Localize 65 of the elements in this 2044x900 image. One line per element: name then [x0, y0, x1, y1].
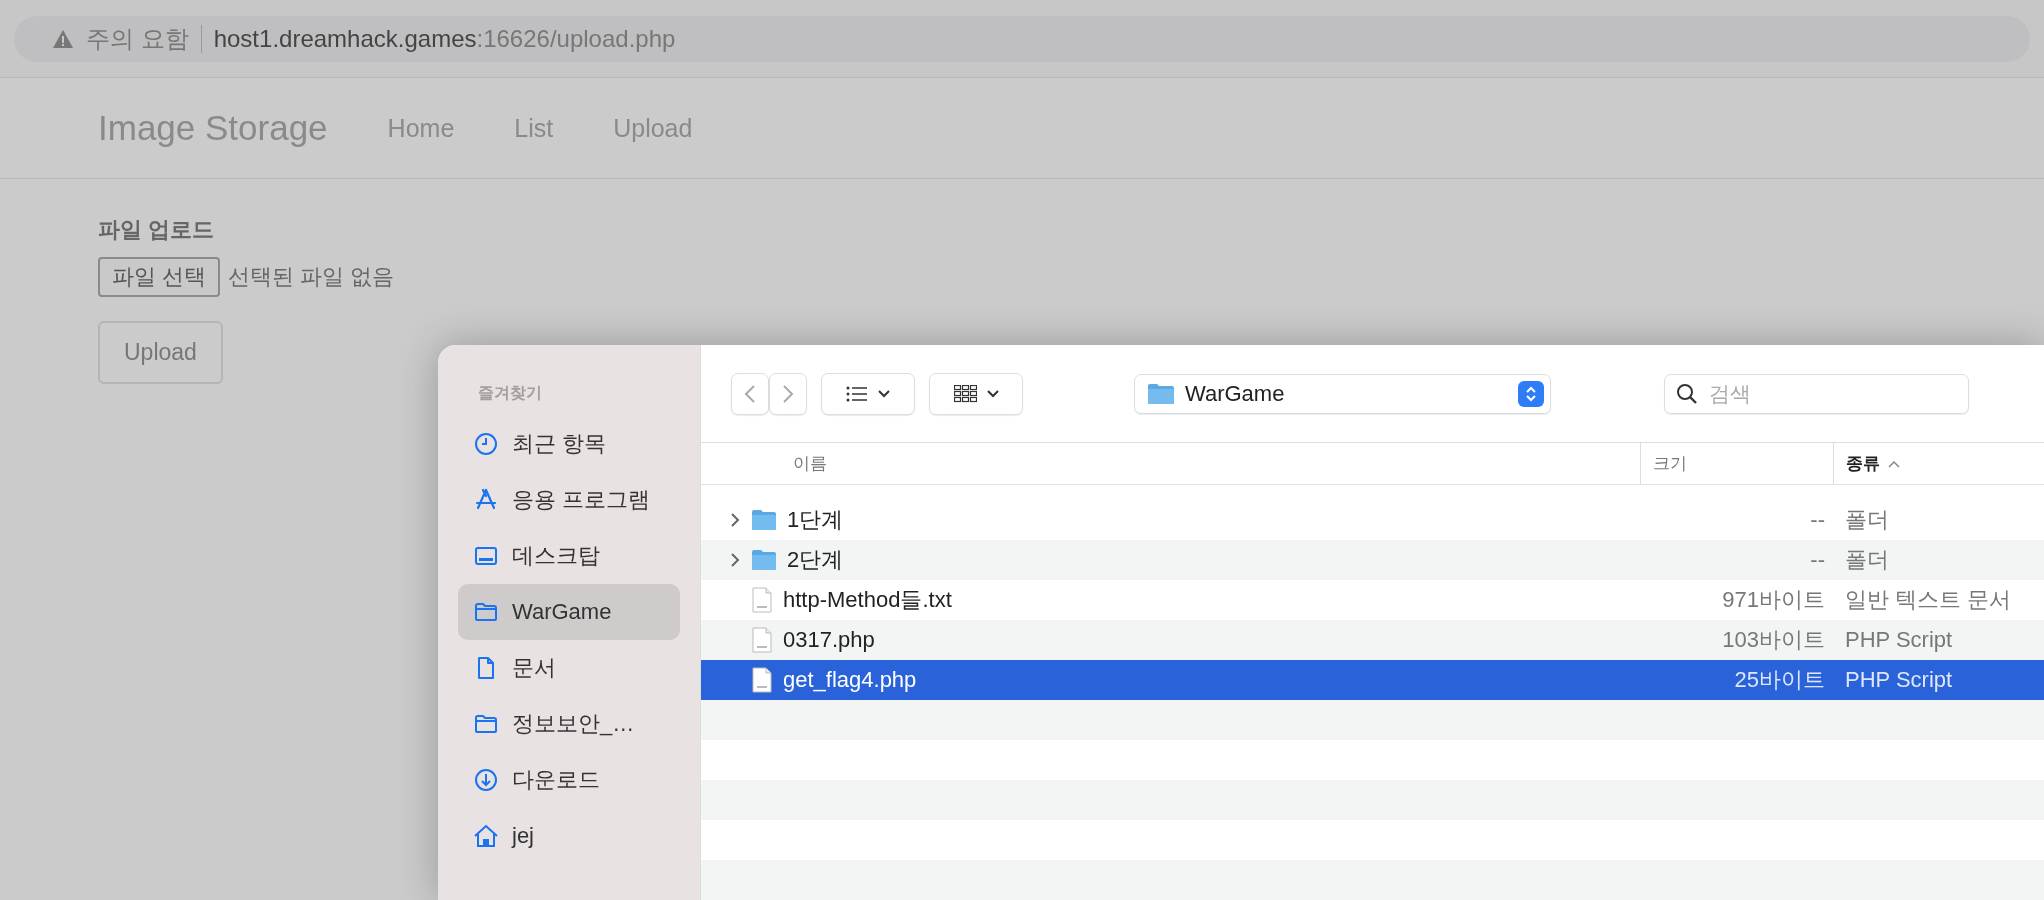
- file-row[interactable]: 2단계 -- 폴더: [701, 540, 2044, 580]
- caret-icon: [878, 389, 890, 398]
- chevron-right-icon: [782, 383, 794, 404]
- grid-view-button[interactable]: [929, 372, 1023, 415]
- home-icon: [474, 824, 498, 848]
- url-text: host1.dreamhack.games:16626/upload.php: [213, 24, 676, 53]
- file-size: --: [1809, 547, 1826, 573]
- location-dropdown[interactable]: WarGame: [1134, 373, 1551, 414]
- column-header[interactable]: 종류: [1833, 443, 2044, 484]
- file-size: 971바이트: [1721, 586, 1826, 614]
- download-icon: [474, 768, 498, 792]
- column-header[interactable]: 크기: [1640, 443, 1833, 484]
- stepper-icon: [1518, 380, 1544, 407]
- file-row[interactable]: 1단계 -- 폴더: [701, 500, 2044, 540]
- address-bar[interactable]: 주의 요함 host1.dreamhack.games:16626/upload.php: [14, 15, 2030, 62]
- clock-icon: [474, 432, 498, 456]
- file-size: 25바이트: [1733, 666, 1826, 694]
- file-type: PHP Script: [1844, 667, 1953, 693]
- file-name: 0317.php: [783, 627, 875, 653]
- file-icon: [751, 667, 773, 693]
- chevron-left-icon: [744, 383, 756, 404]
- file-name: 2단계: [787, 546, 844, 574]
- file-size: --: [1809, 507, 1826, 533]
- search-icon: [1676, 382, 1698, 405]
- column-header[interactable]: 이름: [701, 452, 1640, 476]
- folder-icon: [751, 549, 777, 571]
- list-view-button[interactable]: [821, 372, 915, 415]
- file-icon: [751, 627, 773, 653]
- desktop-icon: [474, 544, 498, 568]
- sidebar-item[interactable]: jej: [458, 808, 680, 864]
- file-type: 폴더: [1844, 546, 1889, 574]
- sidebar-item[interactable]: 다운로드: [458, 752, 680, 808]
- grid-icon: [953, 384, 977, 403]
- file-type: 폴더: [1844, 506, 1889, 534]
- file-size: 103바이트: [1721, 626, 1826, 654]
- search-field[interactable]: 검색: [1664, 373, 1969, 414]
- sort-caret-icon: [1888, 459, 1900, 468]
- file-name: get_flag4.php: [783, 667, 917, 693]
- file-name: 1단계: [787, 506, 844, 534]
- file-icon: [751, 587, 773, 613]
- caret-icon: [986, 389, 999, 398]
- file-row[interactable]: 0317.php 103바이트 PHP Script: [701, 620, 2044, 660]
- list-icon: [846, 385, 868, 402]
- folder-icon: [474, 600, 498, 624]
- file-type: PHP Script: [1844, 627, 1953, 653]
- sidebar-item[interactable]: 최근 항목: [458, 416, 680, 472]
- file-status-text: 선택된 파일 없음: [228, 263, 395, 291]
- sidebar-item[interactable]: 데스크탑: [458, 528, 680, 584]
- file-type: 일반 텍스트 문서: [1844, 586, 2012, 614]
- letter-a-icon: [474, 488, 498, 512]
- warning-icon: [52, 28, 74, 49]
- file-row[interactable]: get_flag4.php 25바이트 PHP Script: [701, 660, 2044, 700]
- choose-file-button[interactable]: 파일 선택: [98, 257, 221, 297]
- folder-icon: [751, 509, 777, 531]
- file-name: http-Method들.txt: [783, 586, 952, 614]
- sidebar-item[interactable]: 응용 프로그램: [458, 472, 680, 528]
- folder-icon: [474, 712, 498, 736]
- sidebar-item[interactable]: 문서: [458, 640, 680, 696]
- sidebar-item[interactable]: WarGame: [458, 584, 680, 640]
- section-heading: 파일 업로드: [98, 216, 215, 244]
- security-warning: 주의 요함: [86, 23, 189, 54]
- sidebar-item[interactable]: 정보보안_…: [458, 696, 680, 752]
- folder-icon: [1147, 382, 1175, 405]
- file-row[interactable]: http-Method들.txt 971바이트 일반 텍스트 문서: [701, 580, 2044, 620]
- sidebar-section-title: 즐겨찾기: [478, 383, 543, 403]
